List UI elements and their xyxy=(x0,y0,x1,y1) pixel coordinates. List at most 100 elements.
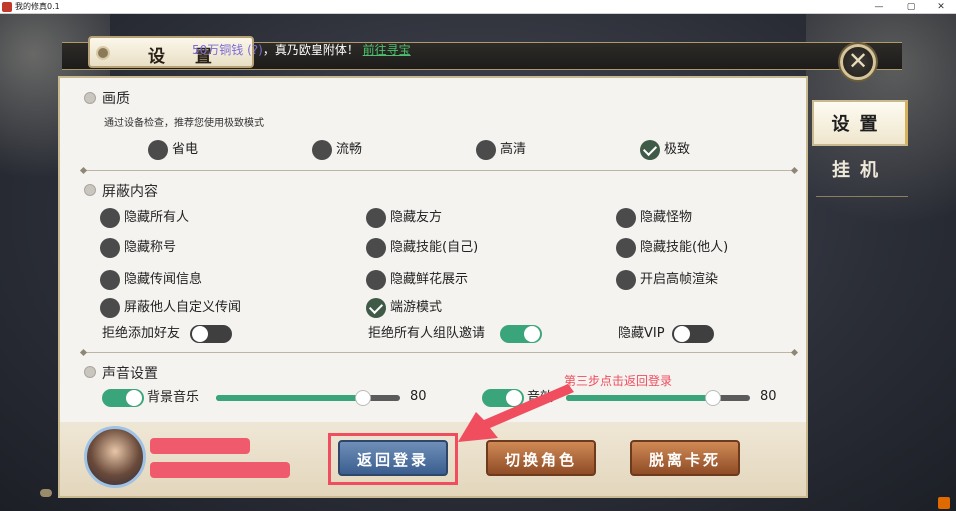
radio-icon xyxy=(366,208,386,228)
radio-icon xyxy=(476,140,496,160)
sound-title: 声音设置 xyxy=(102,366,158,382)
toggle-reject-friends-row: 拒绝添加好友 xyxy=(102,325,242,343)
block-option-high-fps[interactable]: 开启高帧渲染 xyxy=(616,270,718,290)
sound-section-icon xyxy=(84,366,96,378)
announcement-marquee: 50万铜钱 (?)，真乃欧皇附体！ 前往寻宝 xyxy=(192,42,411,58)
radio-icon xyxy=(312,140,332,160)
option-label: 端游模式 xyxy=(390,300,443,315)
toggle-reject-team-row: 拒绝所有人组队邀请 xyxy=(368,325,548,343)
radio-icon xyxy=(100,238,120,258)
avatar[interactable] xyxy=(84,426,146,488)
option-label: 省电 xyxy=(172,142,199,157)
marquee-text: ，真乃欧皇附体！ xyxy=(262,43,359,57)
block-option-hide-others-skills[interactable]: 隐藏技能(他人) xyxy=(616,238,728,258)
effects-slider[interactable] xyxy=(566,390,750,406)
check-icon xyxy=(640,140,660,160)
hide-vip-toggle[interactable] xyxy=(672,325,714,343)
radio-icon xyxy=(100,270,120,290)
redacted-player-info xyxy=(150,462,290,478)
quality-option-power-save[interactable]: 省电 xyxy=(148,140,198,160)
option-label: 隐藏鲜花展示 xyxy=(390,272,469,287)
window-title: 我的修真0.1 xyxy=(15,2,60,11)
check-icon xyxy=(366,298,386,318)
tab-separator xyxy=(816,196,908,197)
toggle-knob xyxy=(674,326,690,342)
option-label: 隐藏所有人 xyxy=(124,210,190,225)
window-titlebar: 我的修真0.1 — ▢ ✕ xyxy=(0,0,956,14)
block-option-hide-rumors[interactable]: 隐藏传闻信息 xyxy=(100,270,202,290)
option-label: 隐藏称号 xyxy=(124,240,177,255)
quality-title: 画质 xyxy=(102,91,130,107)
option-label: 隐藏技能(他人) xyxy=(640,240,729,255)
radio-icon xyxy=(366,270,386,290)
maximize-button[interactable]: ▢ xyxy=(896,0,926,14)
back-to-login-button[interactable]: 返回登录 xyxy=(338,440,448,476)
quality-option-hd[interactable]: 高清 xyxy=(476,140,526,160)
block-option-hide-titles[interactable]: 隐藏称号 xyxy=(100,238,176,258)
slider-fill xyxy=(216,395,363,401)
app-icon xyxy=(2,2,12,12)
option-label: 屏蔽他人自定义传闻 xyxy=(124,300,242,315)
annotation-arrow-icon xyxy=(458,384,574,442)
music-toggle[interactable] xyxy=(102,389,144,407)
block-option-custom-rumors[interactable]: 屏蔽他人自定义传闻 xyxy=(100,298,241,318)
toggle-knob xyxy=(192,326,208,342)
option-label: 隐藏友方 xyxy=(390,210,443,225)
radio-icon xyxy=(616,238,636,258)
reject-friends-toggle[interactable] xyxy=(190,325,232,343)
quality-option-smooth[interactable]: 流畅 xyxy=(312,140,362,160)
window-close-button[interactable]: ✕ xyxy=(926,0,956,14)
option-label: 隐藏传闻信息 xyxy=(124,272,203,287)
toggle-hide-vip-row: 隐藏VIP xyxy=(618,325,718,343)
divider xyxy=(84,170,794,171)
block-option-hide-own-skills[interactable]: 隐藏技能(自己) xyxy=(366,238,478,258)
radio-icon xyxy=(616,208,636,228)
slider-fill xyxy=(566,395,713,401)
toggle-label: 隐藏VIP xyxy=(618,326,665,341)
tab-settings[interactable]: 设置 xyxy=(812,100,908,146)
effects-value: 80 xyxy=(760,389,777,404)
music-value: 80 xyxy=(410,389,427,404)
music-label: 背景音乐 xyxy=(147,390,200,405)
radio-icon xyxy=(100,208,120,228)
radio-icon xyxy=(100,298,120,318)
toggle-label: 拒绝所有人组队邀请 xyxy=(368,326,486,341)
slider-knob[interactable] xyxy=(355,390,371,406)
quality-note: 通过设备检查，推荐您使用极致模式 xyxy=(104,118,264,129)
option-label: 极致 xyxy=(664,142,691,157)
slider-knob[interactable] xyxy=(705,390,721,406)
radio-icon xyxy=(616,270,636,290)
redacted-player-name xyxy=(150,438,250,454)
tab-idle[interactable]: 挂机 xyxy=(812,148,908,194)
block-option-hide-monsters[interactable]: 隐藏怪物 xyxy=(616,208,692,228)
block-option-hide-all[interactable]: 隐藏所有人 xyxy=(100,208,189,228)
option-label: 流畅 xyxy=(336,142,363,157)
block-option-hide-flowers[interactable]: 隐藏鲜花展示 xyxy=(366,270,468,290)
block-section-icon xyxy=(84,184,96,196)
toggle-knob xyxy=(524,326,540,342)
option-label: 隐藏怪物 xyxy=(640,210,693,225)
minimize-button[interactable]: — xyxy=(864,0,894,14)
block-option-pc-mode[interactable]: 端游模式 xyxy=(366,298,442,318)
quality-option-ultra[interactable]: 极致 xyxy=(640,140,690,160)
reject-team-invite-toggle[interactable] xyxy=(500,325,542,343)
radio-icon xyxy=(366,238,386,258)
marquee-reward: 50万铜钱 xyxy=(192,43,248,57)
corner-badge-icon xyxy=(938,497,950,509)
close-icon[interactable]: ✕ xyxy=(840,44,876,80)
option-label: 隐藏技能(自己) xyxy=(390,240,479,255)
scroll-indicator xyxy=(40,489,52,497)
marquee-mid: (?) xyxy=(247,43,263,57)
block-title: 屏蔽内容 xyxy=(102,184,158,200)
option-label: 开启高帧渲染 xyxy=(640,272,719,287)
radio-icon xyxy=(148,140,168,160)
quality-section-icon xyxy=(84,92,96,104)
toggle-knob xyxy=(126,390,142,406)
divider xyxy=(84,352,794,353)
block-option-hide-friends[interactable]: 隐藏友方 xyxy=(366,208,442,228)
plaque-ornament-icon xyxy=(96,46,110,60)
annotation-text: 第三步点击返回登录 xyxy=(564,374,673,388)
marquee-link[interactable]: 前往寻宝 xyxy=(363,43,411,57)
unstuck-button[interactable]: 脱离卡死 xyxy=(630,440,740,476)
music-slider[interactable] xyxy=(216,390,400,406)
